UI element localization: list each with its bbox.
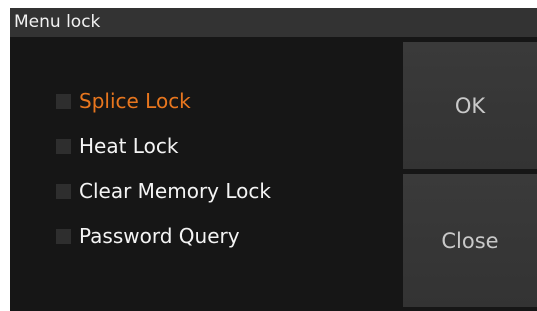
ok-button[interactable]: OK bbox=[403, 42, 537, 169]
option-clear-memory-lock[interactable]: Clear Memory Lock bbox=[56, 176, 271, 221]
option-splice-lock[interactable]: Splice Lock bbox=[56, 86, 271, 131]
heat-lock-checkbox[interactable] bbox=[56, 139, 71, 154]
splice-lock-checkbox[interactable] bbox=[56, 94, 71, 109]
splice-lock-label: Splice Lock bbox=[79, 89, 191, 113]
clear-memory-lock-label: Clear Memory Lock bbox=[79, 179, 271, 203]
option-password-query[interactable]: Password Query bbox=[56, 221, 271, 266]
menu-lock-dialog: Menu lock Splice Lock Heat Lock Clear Me… bbox=[10, 8, 537, 311]
close-button[interactable]: Close bbox=[403, 174, 537, 307]
lock-options-list: Splice Lock Heat Lock Clear Memory Lock … bbox=[56, 86, 271, 266]
password-query-checkbox[interactable] bbox=[56, 229, 71, 244]
clear-memory-lock-checkbox[interactable] bbox=[56, 184, 71, 199]
password-query-label: Password Query bbox=[79, 224, 240, 248]
heat-lock-label: Heat Lock bbox=[79, 134, 179, 158]
dialog-title: Menu lock bbox=[10, 8, 537, 37]
option-heat-lock[interactable]: Heat Lock bbox=[56, 131, 271, 176]
